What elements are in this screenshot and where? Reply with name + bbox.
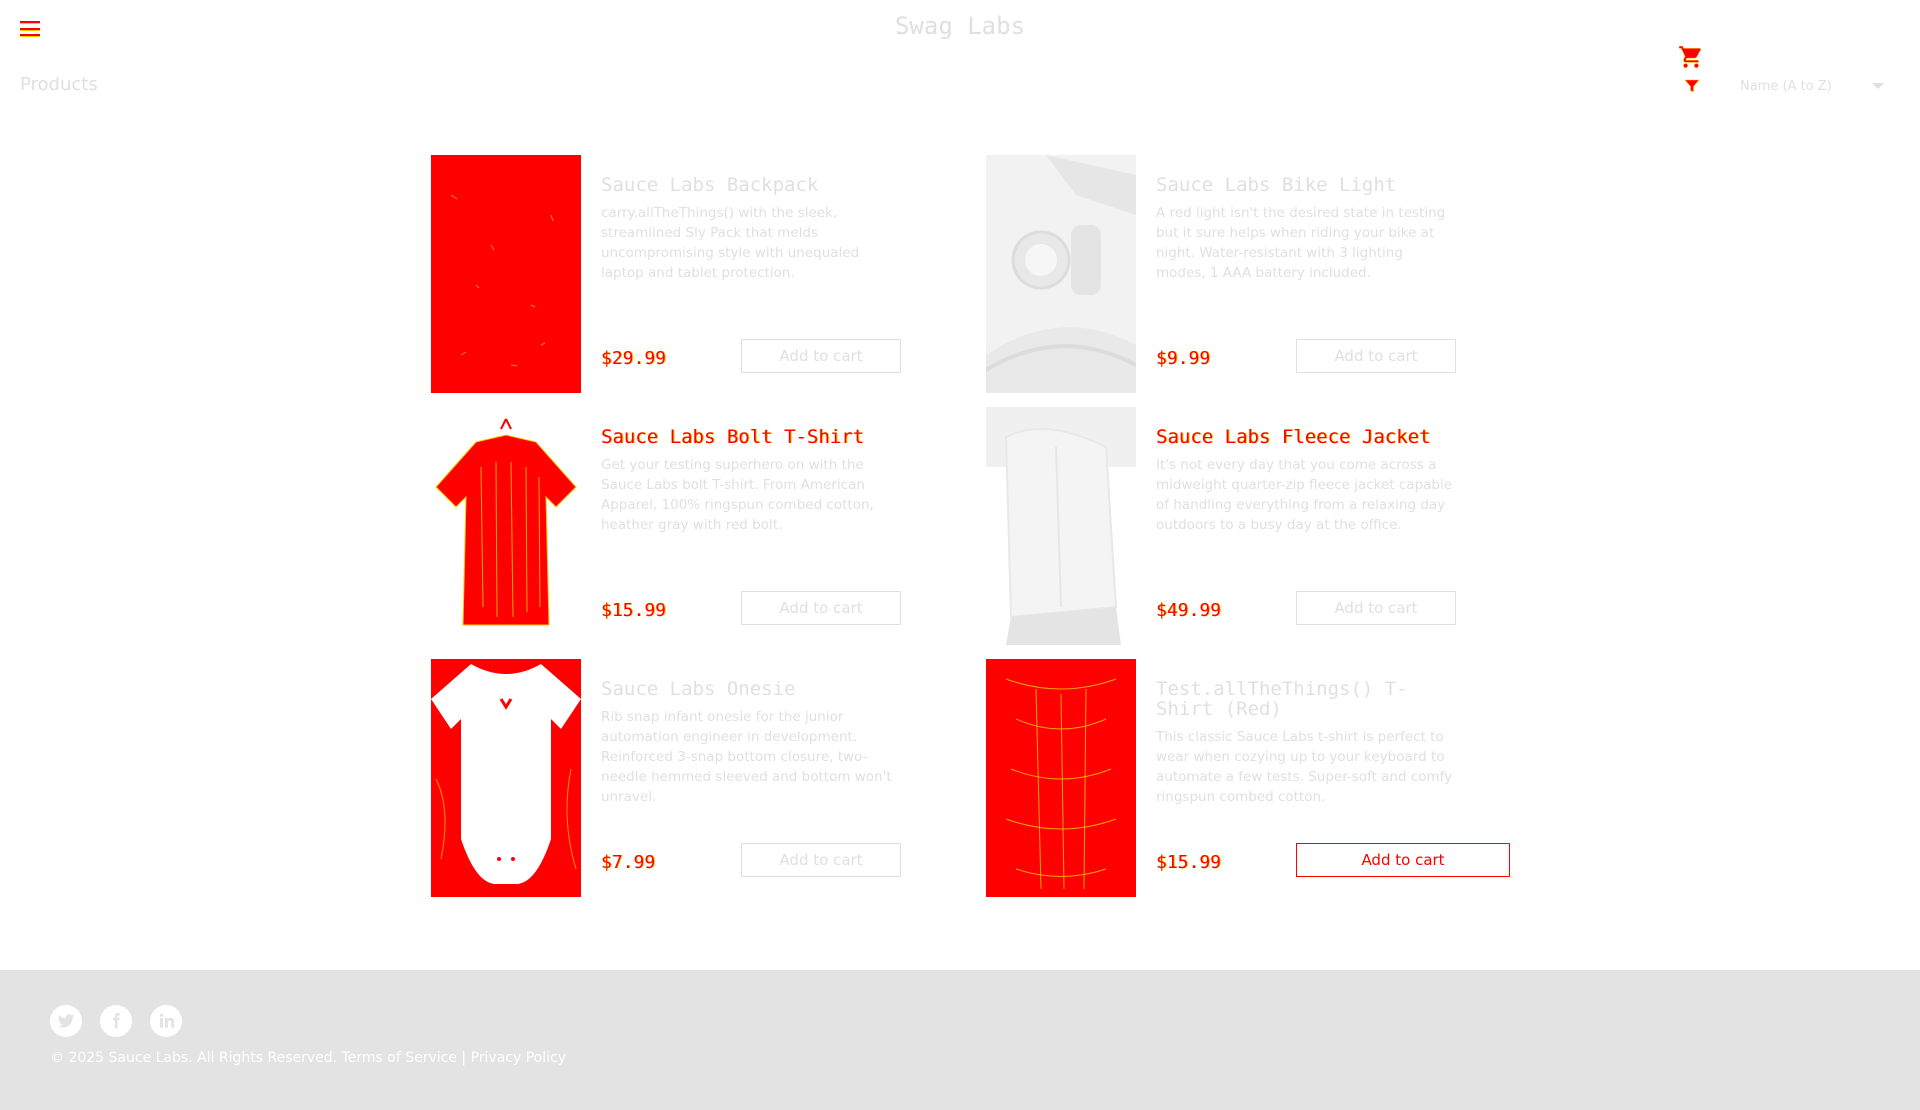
footer-separator: | bbox=[461, 1050, 467, 1066]
linkedin-glyph bbox=[159, 1013, 175, 1028]
chevron-down-icon bbox=[1872, 83, 1884, 89]
product-description: A red light isn't the desired state in t… bbox=[1156, 205, 1446, 281]
product-description: Rib snap infant onesie for the junior au… bbox=[601, 709, 892, 805]
inventory-item: Sauce Labs Fleece Jacket It's not every … bbox=[986, 407, 1511, 645]
facebook-glyph bbox=[113, 1013, 120, 1029]
product-name[interactable]: Sauce Labs Bolt T-Shirt bbox=[601, 427, 901, 447]
inventory-list: Sauce Labs Backpack carry.allTheThings()… bbox=[431, 155, 1511, 897]
product-image-bolt-tshirt[interactable] bbox=[431, 407, 581, 645]
terms-of-service-link[interactable]: Terms of Service bbox=[342, 1050, 457, 1066]
item-body: Sauce Labs Fleece Jacket It's not every … bbox=[1156, 407, 1456, 645]
product-image-onesie[interactable] bbox=[431, 659, 581, 897]
twitter-icon[interactable] bbox=[50, 1005, 82, 1037]
product-price: $9.99 bbox=[1156, 348, 1211, 369]
onesie-picture bbox=[431, 659, 581, 897]
item-body: Sauce Labs Bike Light A red light isn't … bbox=[1156, 155, 1456, 393]
item-body: Sauce Labs Onesie Rib snap infant onesie… bbox=[601, 659, 901, 897]
bike-light-picture bbox=[986, 155, 1136, 393]
product-price: $15.99 bbox=[601, 600, 667, 621]
item-body: Sauce Labs Bolt T-Shirt Get your testing… bbox=[601, 407, 901, 645]
product-image-fleece-jacket[interactable] bbox=[986, 407, 1136, 645]
copyright-text: © 2025 Sauce Labs. All Rights Reserved. bbox=[50, 1050, 338, 1066]
inventory-item: Sauce Labs Onesie Rib snap infant onesie… bbox=[431, 659, 986, 897]
product-description: carry.allTheThings() with the sleek, str… bbox=[601, 205, 860, 281]
add-to-cart-button[interactable]: Add to cart bbox=[741, 843, 901, 877]
facebook-icon[interactable] bbox=[100, 1005, 132, 1037]
twitter-glyph bbox=[57, 1014, 75, 1028]
product-name[interactable]: Sauce Labs Bike Light bbox=[1156, 175, 1456, 195]
inventory-item: Sauce Labs Bike Light A red light isn't … bbox=[986, 155, 1511, 393]
bolt-tshirt-picture bbox=[431, 407, 581, 645]
footer: © 2025 Sauce Labs. All Rights Reserved. … bbox=[0, 970, 1920, 1110]
footer-copyright: © 2025 Sauce Labs. All Rights Reserved. … bbox=[50, 1050, 566, 1066]
product-name[interactable]: Sauce Labs Backpack bbox=[601, 175, 901, 195]
add-to-cart-button[interactable]: Add to cart bbox=[741, 339, 901, 373]
product-description: It's not every day that you come across … bbox=[1156, 457, 1453, 533]
product-name[interactable]: Test.allTheThings() T-Shirt (Red) bbox=[1156, 679, 1456, 719]
product-name[interactable]: Sauce Labs Fleece Jacket bbox=[1156, 427, 1456, 447]
sort-dropdown[interactable]: Name (A to Z) bbox=[1740, 74, 1890, 98]
item-body: Test.allTheThings() T-Shirt (Red) This c… bbox=[1156, 659, 1510, 897]
product-description: Get your testing superhero on with the S… bbox=[601, 457, 874, 533]
product-price: $7.99 bbox=[601, 852, 656, 873]
inventory-item: Sauce Labs Bolt T-Shirt Get your testing… bbox=[431, 407, 986, 645]
fleece-jacket-picture bbox=[986, 407, 1136, 645]
add-to-cart-button[interactable]: Add to cart bbox=[741, 591, 901, 625]
add-to-cart-button[interactable]: Add to cart bbox=[1296, 843, 1510, 877]
linkedin-icon[interactable] bbox=[150, 1005, 182, 1037]
product-price: $15.99 bbox=[1156, 852, 1222, 873]
shopping-cart-icon[interactable] bbox=[1678, 44, 1704, 70]
product-price: $29.99 bbox=[601, 348, 667, 369]
item-body: Sauce Labs Backpack carry.allTheThings()… bbox=[601, 155, 901, 393]
product-description: This classic Sauce Labs t-shirt is perfe… bbox=[1156, 729, 1453, 805]
product-name[interactable]: Sauce Labs Onesie bbox=[601, 679, 901, 699]
backpack-picture bbox=[431, 155, 581, 393]
app-logo: Swag Labs bbox=[894, 12, 1026, 40]
inventory-item: Test.allTheThings() T-Shirt (Red) This c… bbox=[986, 659, 1511, 897]
product-price: $49.99 bbox=[1156, 600, 1222, 621]
product-image-bike-light[interactable] bbox=[986, 155, 1136, 393]
filter-glyph bbox=[1684, 79, 1700, 93]
cart-glyph bbox=[1678, 45, 1701, 69]
product-image-red-tshirt[interactable] bbox=[986, 659, 1136, 897]
page-title: Products bbox=[20, 74, 98, 95]
filter-icon[interactable] bbox=[1684, 78, 1700, 94]
add-to-cart-button[interactable]: Add to cart bbox=[1296, 591, 1456, 625]
inventory-item: Sauce Labs Backpack carry.allTheThings()… bbox=[431, 155, 986, 393]
add-to-cart-button[interactable]: Add to cart bbox=[1296, 339, 1456, 373]
product-image-backpack[interactable] bbox=[431, 155, 581, 393]
privacy-policy-link[interactable]: Privacy Policy bbox=[471, 1050, 566, 1066]
sort-selected-label: Name (A to Z) bbox=[1740, 78, 1832, 94]
red-tshirt-picture bbox=[986, 659, 1136, 897]
